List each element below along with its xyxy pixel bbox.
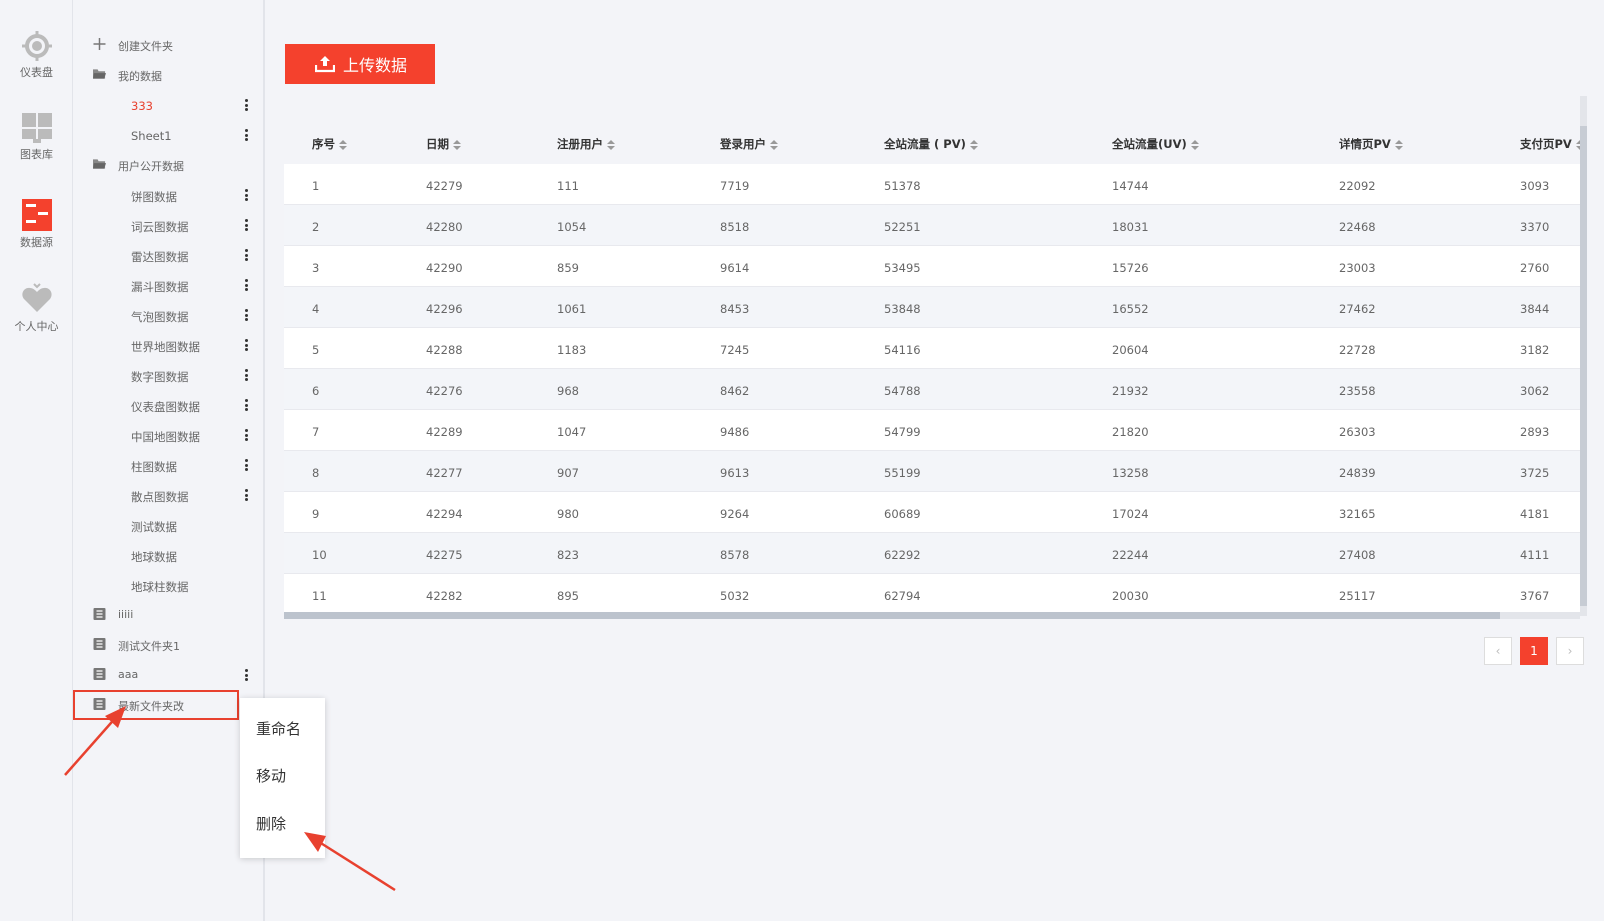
annotation-arrow-icon [304,832,396,892]
annotation-arrow-icon [64,706,126,776]
annotation-arrows [64,706,396,892]
